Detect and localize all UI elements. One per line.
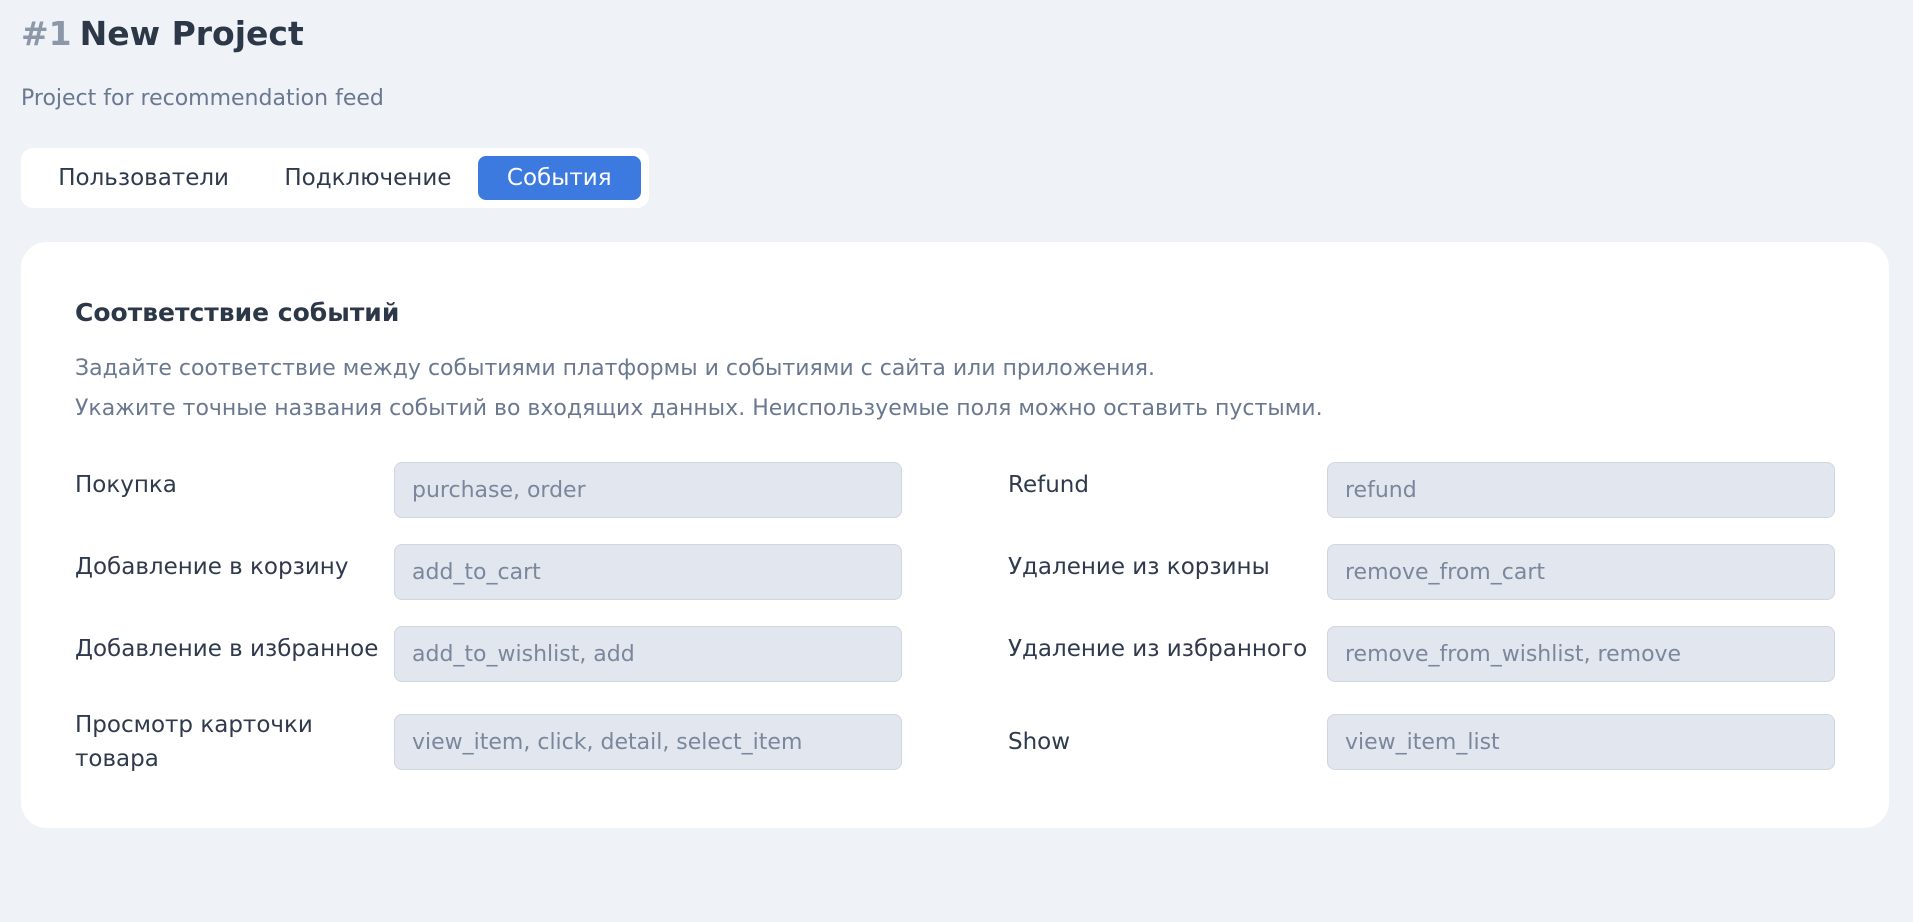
add-to-cart-input[interactable] (394, 544, 902, 600)
label-show: Show (1008, 729, 1071, 755)
card-title: Соответствие событий (75, 298, 400, 327)
label-add-to-wishlist: Добавление в избранное (75, 636, 379, 662)
page-title: #1 New Project (21, 12, 384, 56)
project-name: New Project (79, 14, 304, 53)
label-refund: Refund (1008, 472, 1089, 498)
page-header: #1 New Project Project for recommendation… (21, 12, 384, 111)
purchase-input[interactable] (394, 462, 902, 518)
card-description-line2: Укажите точные названия событий во входя… (75, 396, 1323, 421)
label-remove-from-cart: Удаление из корзины (1008, 554, 1270, 580)
tab-connection[interactable]: Подключение (258, 156, 477, 200)
tab-events[interactable]: События (477, 156, 641, 200)
remove-from-wishlist-input[interactable] (1327, 626, 1835, 682)
label-purchase: Покупка (75, 472, 177, 498)
remove-from-cart-input[interactable] (1327, 544, 1835, 600)
tab-users[interactable]: Пользователи (29, 156, 258, 200)
tab-bar: Пользователи Подключение События (21, 148, 649, 208)
label-remove-from-wishlist: Удаление из избранного (1008, 636, 1308, 662)
show-input[interactable] (1327, 714, 1835, 770)
add-to-wishlist-input[interactable] (394, 626, 902, 682)
project-number: #1 (21, 14, 72, 53)
card-description-line1: Задайте соответствие между событиями пла… (75, 356, 1155, 381)
label-view-item: Просмотр карточки товара (75, 712, 313, 772)
event-mapping-card: Соответствие событий Задайте соответстви… (21, 242, 1889, 828)
project-description: Project for recommendation feed (21, 86, 384, 111)
label-add-to-cart: Добавление в корзину (75, 554, 349, 580)
refund-input[interactable] (1327, 462, 1835, 518)
view-item-input[interactable] (394, 714, 902, 770)
